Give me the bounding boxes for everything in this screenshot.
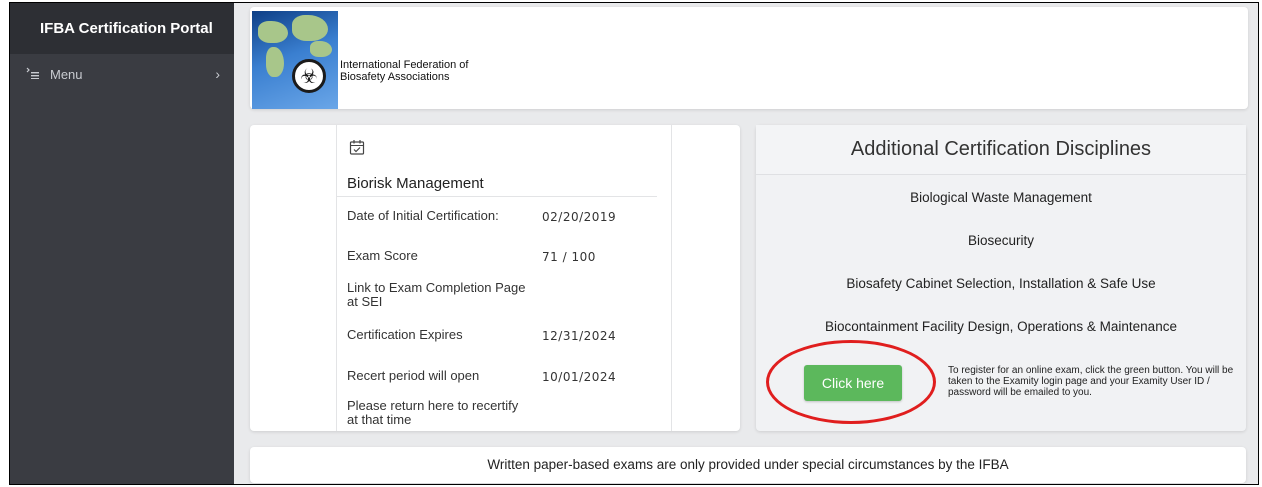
portal-title: IFBA Certification Portal bbox=[10, 3, 234, 54]
discipline-item: Biocontainment Facility Design, Operatio… bbox=[825, 319, 1177, 334]
main-content: ☣ International Federation of Biosafety … bbox=[234, 3, 1258, 484]
menu-list-icon bbox=[26, 67, 40, 82]
register-exam-button[interactable]: Click here bbox=[804, 365, 902, 401]
ifba-logo: ☣ bbox=[252, 11, 338, 109]
discipline-item: Biosafety Cabinet Selection, Installatio… bbox=[846, 276, 1156, 291]
exam-completion-link[interactable]: Link to Exam Completion Page at SEI bbox=[347, 281, 537, 309]
cert-expires-value: 12/31/2024 bbox=[542, 329, 617, 343]
biohazard-icon: ☣ bbox=[292, 59, 326, 93]
disciplines-title: Additional Certification Disciplines bbox=[756, 125, 1246, 175]
calendar-check-icon bbox=[349, 139, 367, 157]
initial-cert-label: Date of Initial Certification: bbox=[347, 208, 499, 223]
cert-expires-label: Certification Expires bbox=[347, 327, 463, 342]
certification-details: Biorisk Management Date of Initial Certi… bbox=[336, 125, 672, 431]
initial-cert-value: 02/20/2019 bbox=[542, 210, 617, 224]
additional-disciplines-card: Additional Certification Disciplines Bio… bbox=[756, 125, 1246, 431]
org-name-line1: International Federation of bbox=[340, 59, 469, 71]
paper-exam-notice: Written paper-based exams are only provi… bbox=[250, 447, 1246, 483]
divider bbox=[337, 196, 657, 197]
register-instructions: To register for an online exam, click th… bbox=[948, 365, 1234, 398]
discipline-item: Biosecurity bbox=[967, 233, 1035, 248]
app-frame: IFBA Certification Portal Menu › ☣ Inter… bbox=[9, 2, 1259, 485]
exam-score-label: Exam Score bbox=[347, 248, 418, 263]
recert-note: Please return here to recertify at that … bbox=[347, 398, 519, 427]
discipline-item: Biological Waste Management bbox=[910, 190, 1092, 205]
recert-open-value: 10/01/2024 bbox=[542, 370, 617, 384]
org-name: International Federation of Biosafety As… bbox=[340, 59, 468, 83]
chevron-right-icon: › bbox=[215, 66, 220, 82]
certification-card: Biorisk Management Date of Initial Certi… bbox=[250, 125, 740, 431]
exam-score-value: 71 / 100 bbox=[542, 250, 596, 264]
sidebar-menu-label: Menu bbox=[50, 66, 83, 82]
sidebar-menu-toggle[interactable]: Menu › bbox=[10, 54, 234, 94]
recert-open-label: Recert period will open bbox=[347, 368, 480, 383]
sidebar: IFBA Certification Portal Menu › bbox=[10, 3, 234, 484]
certification-title: Biorisk Management bbox=[347, 175, 484, 192]
org-name-line2: Biosafety Associations bbox=[340, 71, 450, 83]
header-card: ☣ International Federation of Biosafety … bbox=[250, 7, 1248, 109]
